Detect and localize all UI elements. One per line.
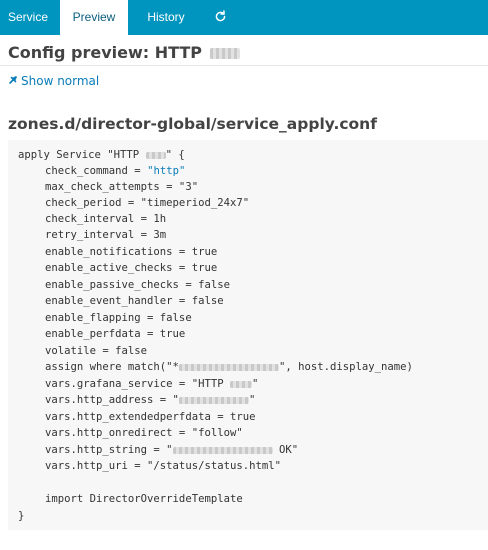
code-line: check_interval = 1h xyxy=(45,213,167,225)
code-line: enable_event_handler = false xyxy=(45,295,224,307)
header-divider xyxy=(0,65,488,66)
tab-bar: Service Preview History xyxy=(0,0,488,35)
code-line: vars.http_onredirect = "follow" xyxy=(45,427,243,439)
code-line: apply Service "HTTP " { xyxy=(18,149,185,161)
code-line: check_command = "http" xyxy=(45,165,186,177)
show-normal-link[interactable]: Show normal xyxy=(8,74,99,88)
code-line: enable_notifications = true xyxy=(45,246,218,258)
pin-icon xyxy=(8,74,18,88)
code-line: import DirectorOverrideTemplate xyxy=(45,493,243,505)
tab-preview[interactable]: Preview xyxy=(60,0,128,35)
page-title: Config preview: HTTP xyxy=(8,43,240,62)
redacted-text xyxy=(209,48,240,59)
redacted-text xyxy=(229,380,252,388)
code-line: enable_passive_checks = false xyxy=(45,279,230,291)
code-line: enable_perfdata = true xyxy=(45,328,186,340)
show-normal-label: Show normal xyxy=(21,74,100,88)
redacted-text xyxy=(178,396,249,404)
code-line: retry_interval = 3m xyxy=(45,229,167,241)
code-line: vars.http_extendedperfdata = true xyxy=(45,411,256,423)
redacted-text xyxy=(178,363,279,371)
code-line: check_period = "timeperiod_24x7" xyxy=(45,197,250,209)
code-line: vars.http_uri = "/status/status.html" xyxy=(45,460,281,472)
code-line: enable_active_checks = true xyxy=(45,262,218,274)
code-line: max_check_attempts = "3" xyxy=(45,181,199,193)
redacted-text xyxy=(145,151,166,159)
redacted-text xyxy=(172,446,273,454)
code-line: vars.grafana_service = "HTTP " xyxy=(45,378,259,390)
code-line: assign where match("* ", host.display_nam… xyxy=(45,361,413,373)
code-line: vars.http_address = " " xyxy=(45,394,256,406)
tab-history[interactable]: History xyxy=(130,0,202,35)
refresh-icon xyxy=(215,10,225,22)
config-code-block: apply Service "HTTP " { check_command = … xyxy=(8,140,488,530)
tab-service[interactable]: Service xyxy=(0,0,56,35)
code-line: vars.http_string = " OK" xyxy=(45,444,299,456)
tab-refresh[interactable] xyxy=(204,0,236,35)
code-line: volatile = false xyxy=(45,345,148,357)
file-path-heading: zones.d/director-global/service_apply.co… xyxy=(8,115,377,133)
code-line: } xyxy=(18,510,25,522)
code-line: enable_flapping = false xyxy=(45,312,192,324)
page-title-text: Config preview: HTTP xyxy=(8,43,203,62)
